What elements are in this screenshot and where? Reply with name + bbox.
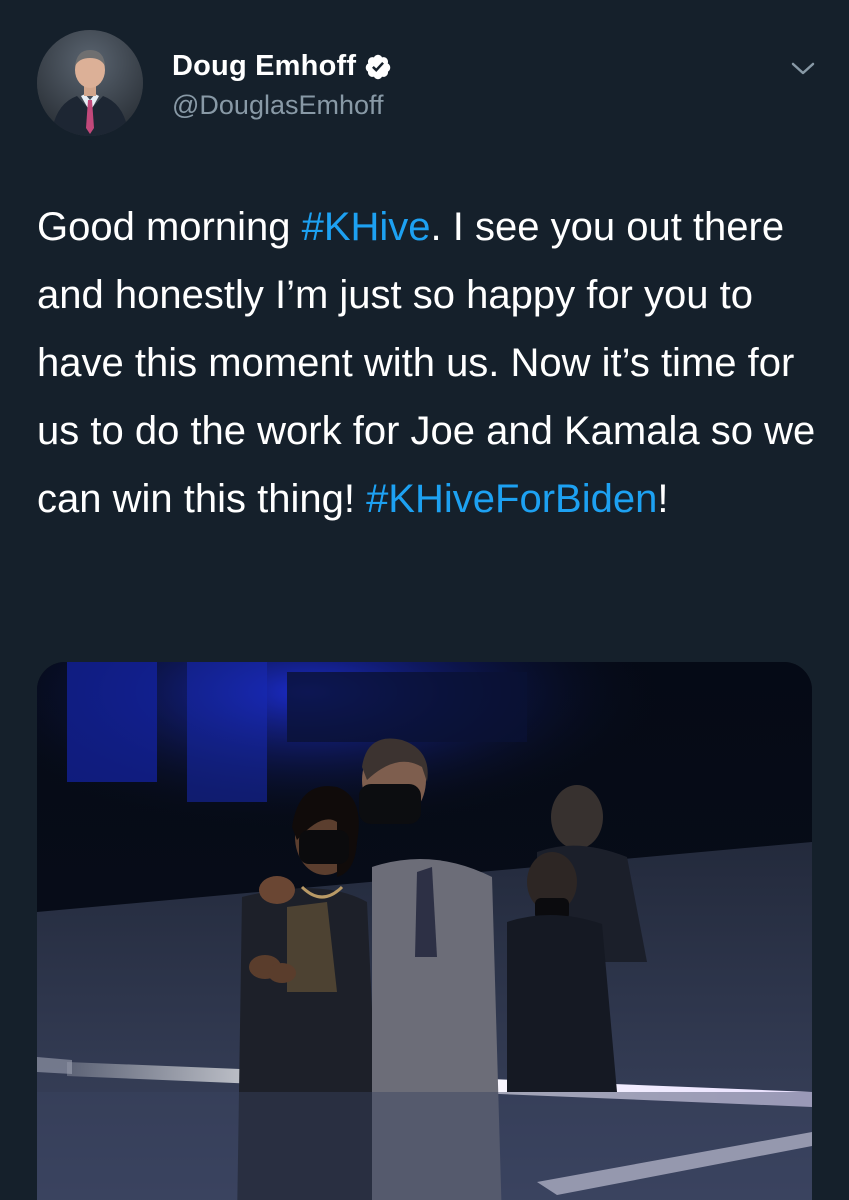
author-name-row[interactable]: Doug Emhoff <box>172 50 392 83</box>
hashtag-link-khiveforbiden[interactable]: #KHiveForBiden <box>366 477 657 521</box>
tweet-screen: Doug Emhoff @DouglasEmhoff Good morning … <box>0 0 849 1200</box>
author-display-name[interactable]: Doug Emhoff <box>172 50 356 83</box>
tweet-text-part: ! <box>657 477 669 521</box>
tweet-text-part: . I see you out there and honestly I’m j… <box>37 205 816 521</box>
author-handle[interactable]: @DouglasEmhoff <box>172 90 384 121</box>
verified-badge-icon <box>364 53 392 81</box>
avatar[interactable] <box>37 30 143 136</box>
photo-image <box>37 662 812 1200</box>
hashtag-link-khive[interactable]: #KHive <box>302 205 431 249</box>
avatar-image <box>37 30 143 136</box>
tweet-media-photo[interactable] <box>37 662 812 1200</box>
tweet-text-part: Good morning <box>37 205 302 249</box>
chevron-down-icon[interactable] <box>788 58 818 80</box>
tweet-text: Good morning #KHive. I see you out there… <box>37 193 827 533</box>
